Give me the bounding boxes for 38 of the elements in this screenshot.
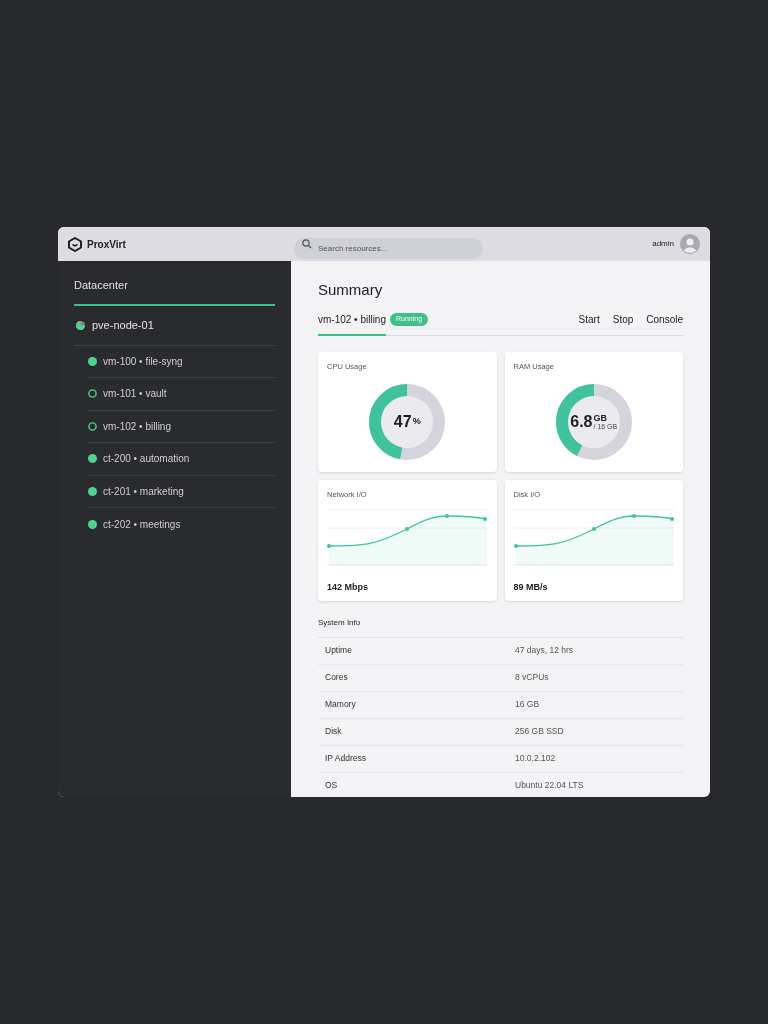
info-value: 10.0.2.102 [515,752,556,765]
node-pie-icon [76,320,85,330]
sidebar-title: Datacenter [74,277,275,306]
info-value: 47 days, 12 hrs [515,644,574,657]
info-value: 256 GB SSD [515,725,564,738]
sidebar-item[interactable]: ct-200 • automation [103,451,190,467]
sidebar-item[interactable]: ct-201 • marketing [103,483,184,499]
info-label: Mamory [325,698,357,711]
info-value: Ubuntu 22.04 LTS [515,779,584,792]
info-value: 8 vCPUs [515,671,549,684]
info-label: OS [325,779,339,792]
sidebar-item[interactable]: vm-101 • vault [103,386,167,402]
io-reading: 142 Mbps [327,580,369,594]
gauge-unit: % [412,417,421,427]
hexagon-logo-icon [68,236,82,252]
info-label: Disk [325,725,343,738]
sidebar-item[interactable]: vm-102 • billing [103,418,171,434]
gauge-value: 47 [393,411,412,432]
username: admin [652,238,674,250]
section-title: System Info [318,616,683,638]
info-label: Cores [325,671,349,684]
sidebar-item[interactable]: ct-202 • meetings [103,516,181,532]
sidebar-item[interactable]: vm-100 • file-syng [103,353,183,369]
info-value: 16 GB [515,698,540,711]
app-name: ProxVirt [87,237,126,252]
vm-tab[interactable]: vm-102 • billing [318,311,386,336]
info-label: Uptime [325,644,353,657]
avatar-icon[interactable] [680,234,700,254]
action-button[interactable]: Stop [612,312,634,327]
gauge-unit: GB [593,413,608,423]
page-title: Summary [318,280,384,300]
node-item[interactable]: pve-node-01 [92,316,154,334]
info-label: IP Address [325,752,367,765]
gauge-value: 6.8 [570,411,593,432]
search-field[interactable]: Search resources... [294,237,483,259]
action-button[interactable]: Start [578,312,600,327]
action-button[interactable]: Console [646,312,683,327]
io-reading: 89 MB/s [513,580,549,594]
